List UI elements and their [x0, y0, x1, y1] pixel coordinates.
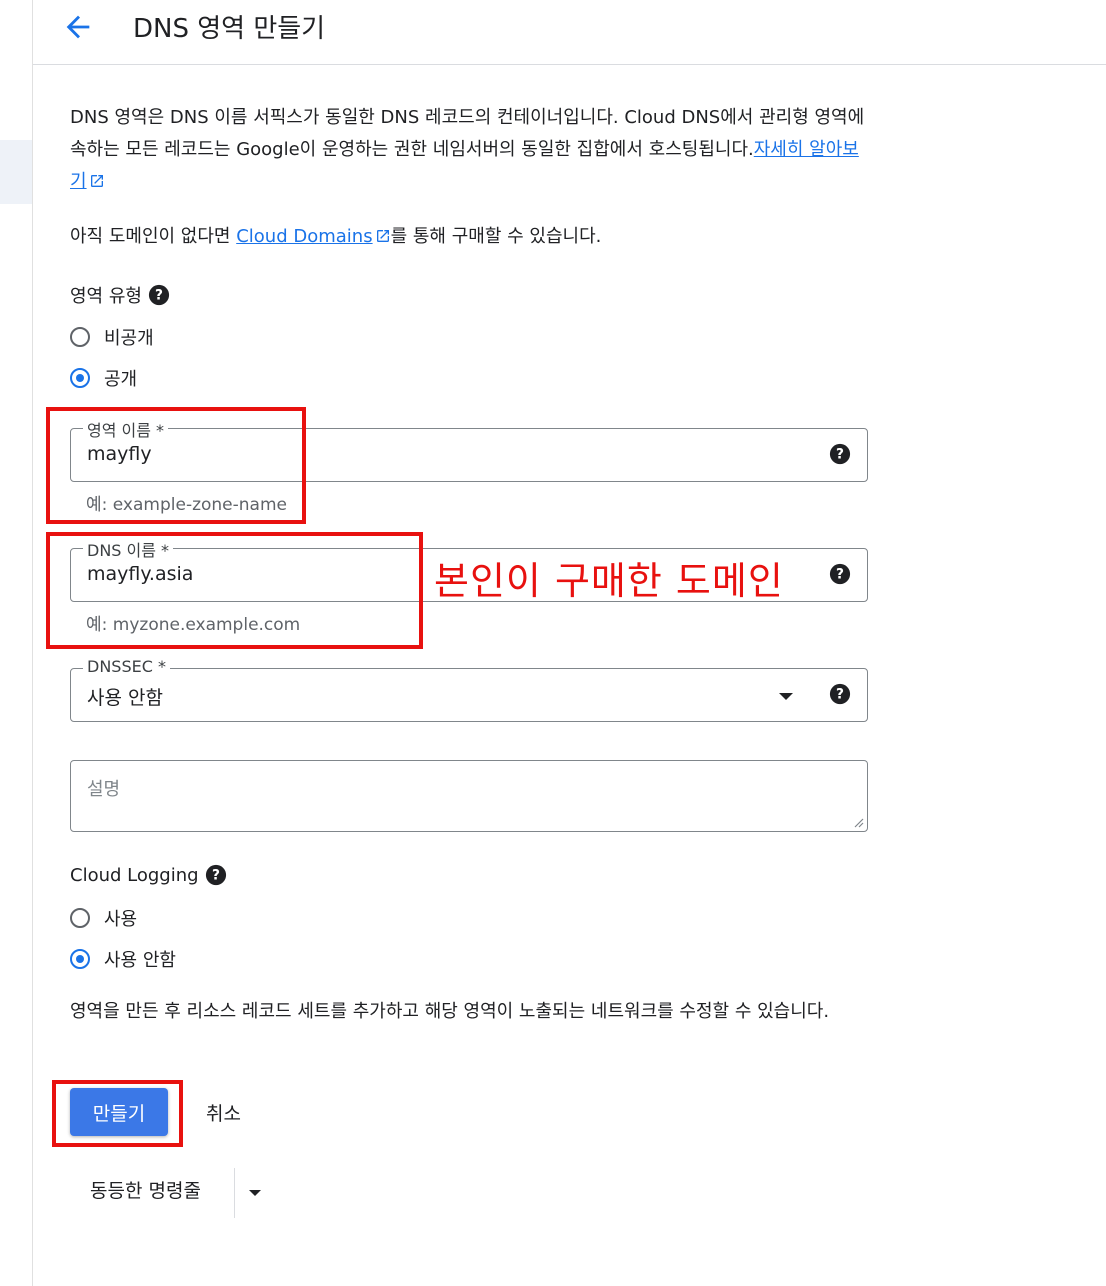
radio-private[interactable]: 비공개 [70, 324, 154, 350]
svg-text:?: ? [836, 567, 844, 583]
dnssec-select[interactable]: DNSSEC * 사용 안함 ? [70, 657, 868, 722]
chevron-down-icon[interactable] [249, 1190, 261, 1196]
annotation-box-dns-name [46, 532, 423, 649]
description-text: DNS 영역은 DNS 이름 서픽스가 동일한 DNS 레코드의 컨테이너입니다… [70, 107, 865, 160]
external-link-icon [376, 230, 389, 242]
description-textarea[interactable]: 설명 [70, 760, 868, 832]
equivalent-command-line-button[interactable]: 동등한 명령줄 [90, 1176, 201, 1203]
domains-text-before: 아직 도메인이 없다면 [70, 226, 237, 247]
svg-text:?: ? [212, 868, 220, 884]
external-link-icon [90, 175, 103, 187]
resize-grip-icon[interactable] [852, 816, 864, 828]
radio-public-button[interactable] [70, 368, 90, 388]
cloud-logging-label: Cloud Logging ? [70, 864, 227, 886]
help-icon[interactable]: ? [148, 284, 170, 306]
radio-logging-off[interactable]: 사용 안함 [70, 946, 176, 972]
radio-public-label: 공개 [104, 369, 138, 390]
svg-text:?: ? [836, 687, 844, 703]
radio-private-button[interactable] [70, 327, 90, 347]
radio-logging-off-button[interactable] [70, 949, 90, 969]
description-placeholder: 설명 [87, 779, 121, 800]
annotation-text: 본인이 구매한 도메인 [434, 559, 784, 603]
domains-text-after: 를 통해 구매할 수 있습니다. [390, 226, 602, 247]
svg-text:?: ? [836, 447, 844, 463]
left-nav-strip [0, 0, 33, 1286]
help-icon[interactable]: ? [829, 683, 851, 705]
help-icon[interactable]: ? [829, 563, 851, 585]
svg-text:?: ? [155, 288, 163, 304]
post-create-note: 영역을 만든 후 리소스 레코드 세트를 추가하고 해당 영역이 노출되는 네트… [70, 1001, 830, 1022]
cloud-domains-link[interactable]: Cloud Domains [236, 226, 372, 247]
left-nav-selected-item[interactable] [0, 140, 32, 204]
dnssec-label: DNSSEC * [83, 657, 170, 676]
page-title: DNS 영역 만들기 [133, 14, 326, 44]
radio-logging-off-label: 사용 안함 [104, 950, 176, 971]
back-arrow-icon[interactable] [61, 10, 95, 44]
annotation-box-zone-name [46, 407, 306, 524]
help-icon[interactable]: ? [829, 443, 851, 465]
radio-logging-on-button[interactable] [70, 908, 90, 928]
cloud-domains-line: 아직 도메인이 없다면 Cloud Domains 를 통해 구매할 수 있습니다… [70, 222, 601, 248]
zone-type-label-text: 영역 유형 [70, 286, 142, 307]
radio-public[interactable]: 공개 [70, 365, 137, 391]
annotation-box-create-button [52, 1080, 183, 1147]
divider [234, 1168, 235, 1218]
zone-description: DNS 영역은 DNS 이름 서픽스가 동일한 DNS 레코드의 컨테이너입니다… [70, 102, 870, 198]
dnssec-value[interactable]: 사용 안함 [87, 683, 163, 710]
page-header: DNS 영역 만들기 [33, 0, 1106, 65]
radio-logging-on-label: 사용 [104, 909, 138, 930]
cancel-button[interactable]: 취소 [190, 1088, 257, 1136]
zone-type-label: 영역 유형 ? [70, 282, 170, 308]
dropdown-arrow-icon[interactable] [779, 693, 793, 700]
radio-private-label: 비공개 [104, 328, 154, 349]
help-icon[interactable]: ? [205, 864, 227, 886]
cloud-logging-label-text: Cloud Logging [70, 864, 199, 886]
radio-logging-on[interactable]: 사용 [70, 905, 137, 931]
